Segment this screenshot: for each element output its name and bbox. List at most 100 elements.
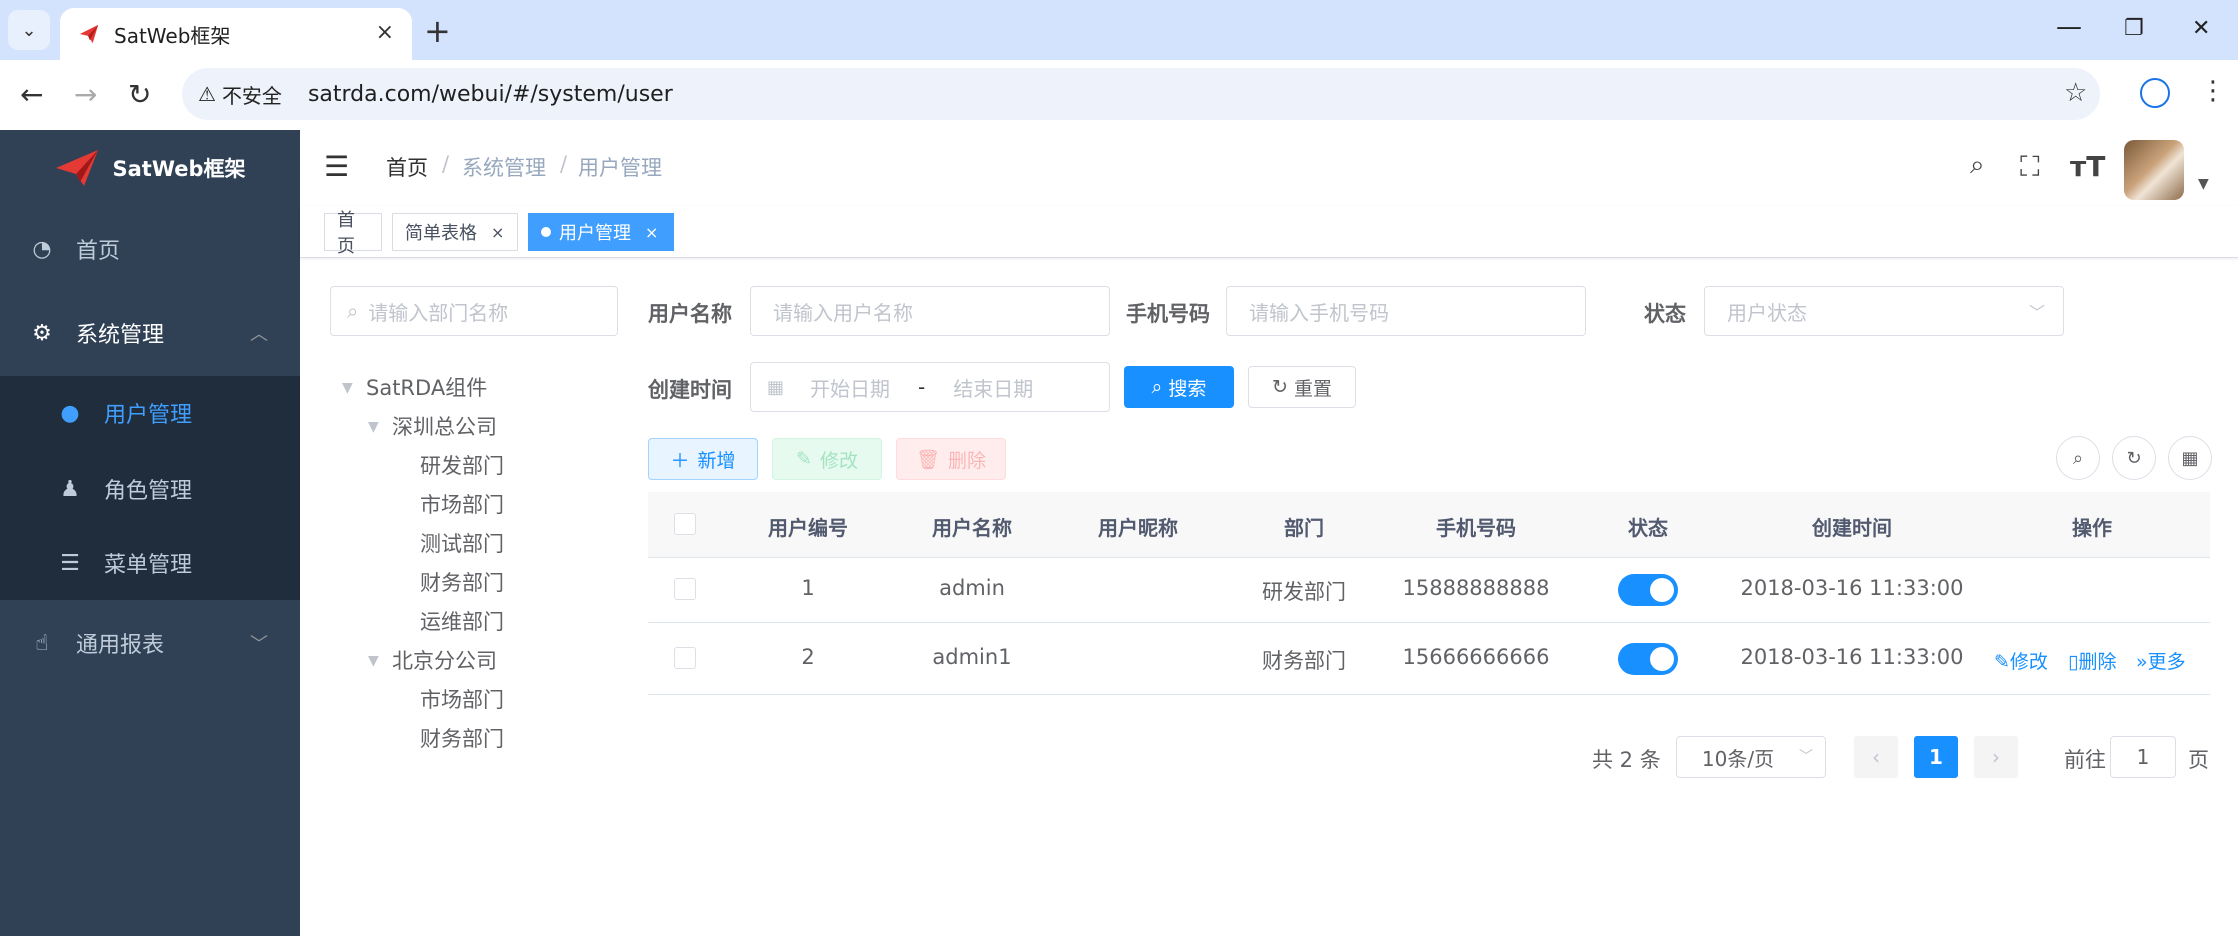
row-divider [648,694,2210,695]
caret-down-icon[interactable]: ▼ [368,419,379,435]
caret-down-icon[interactable]: ▼ [342,380,353,396]
add-button-label: 新增 [697,449,736,472]
row-delete-link[interactable]: ▯删除 [2068,647,2116,674]
cell-dept: 研发部门 [1262,580,1346,604]
select-all-checkbox[interactable] [674,513,696,535]
caret-down-icon[interactable]: ▼ [368,653,379,669]
status-label: 状态 [1644,302,1686,326]
address-bar[interactable]: ⚠ 不安全 satrda.com/webui/#/system/user [182,68,2100,120]
delete-button[interactable]: 🗑 删除 [896,438,1006,480]
sidebar-item-roles[interactable]: ♟ 角色管理 [0,466,300,512]
hamburger-icon[interactable]: ☰ [324,150,349,183]
fullscreen-icon[interactable]: ⛶ [2020,150,2040,184]
goto-page-input[interactable]: 1 [2110,736,2176,778]
add-button[interactable]: ＋ 新增 [648,438,758,480]
tree-node-dept[interactable]: 运维部门 [420,606,504,636]
chevron-down-icon: ⌄ [21,19,37,41]
close-window-button[interactable]: ✕ [2192,16,2210,41]
phone-input[interactable]: 请输入手机号码 [1226,286,1586,336]
edit-button-label: 修改 [819,449,858,472]
minimize-button[interactable]: — [2056,12,2082,42]
refresh-icon: ↻ [1272,376,1288,398]
tree-node-dept[interactable]: 市场部门 [420,489,504,519]
tag-close-icon[interactable]: × [645,223,658,242]
status-switch[interactable] [1618,643,1678,675]
tree-node-dept[interactable]: 研发部门 [420,450,504,480]
start-date-placeholder: 开始日期 [810,376,891,401]
reload-icon[interactable]: ↻ [128,78,151,111]
tag-close-icon[interactable]: × [491,223,504,242]
columns-button[interactable]: ▦ [2168,436,2212,480]
sidebar-item-label: 用户管理 [104,403,193,428]
toggle-search-button[interactable]: ⌕ [2056,436,2100,480]
username-input[interactable]: 请输入用户名称 [750,286,1110,336]
sidebar-item-label: 首页 [76,239,121,264]
tree-node-dept[interactable]: 市场部门 [420,684,504,714]
back-arrow-icon[interactable]: ← [20,78,43,111]
search-icon[interactable]: ⌕ [1970,150,1985,181]
sidebar-item-system[interactable]: ⚙ 系统管理 ︿ [0,310,300,356]
peoples-icon: ♟ [60,476,80,502]
column-header: 状态 [1628,516,1668,540]
date-range-picker[interactable]: ▦ 开始日期 - 结束日期 [750,362,1110,412]
row-more-link[interactable]: »更多 [2136,647,2186,674]
browser-tab[interactable]: SatWeb框架 × [60,8,412,60]
tag-label: 首页 [337,210,355,257]
tag-user-management[interactable]: 用户管理 × [528,213,674,251]
caret-down-icon[interactable]: ▼ [2198,176,2209,192]
column-header: 用户昵称 [1098,516,1178,540]
row-edit-link[interactable]: ✎修改 [1994,647,2048,674]
delete-button-label: 删除 [948,449,987,472]
row-checkbox[interactable] [674,578,696,600]
row-checkbox[interactable] [674,647,696,669]
chevron-down-icon: ﹀ [1799,749,1813,765]
edit-button[interactable]: ✎ 修改 [772,438,882,480]
profile-icon[interactable] [2140,78,2170,108]
sidebar-item-reports[interactable]: ☝ 通用报表 ﹀ [0,620,300,666]
tree-node-dept[interactable]: 财务部门 [420,567,504,597]
sidebar-logo[interactable]: SatWeb框架 [0,130,300,206]
tree-node-dept[interactable]: 财务部门 [420,723,504,753]
more-vert-icon[interactable]: ⋮ [2200,76,2226,106]
status-select[interactable]: 用户状态 ﹀ [1704,286,2064,336]
column-header: 部门 [1284,516,1324,540]
page-suffix: 页 [2188,748,2209,772]
close-tab-icon[interactable]: × [376,20,394,45]
next-page-button[interactable]: › [1974,736,2018,778]
status-switch[interactable] [1618,574,1678,606]
forward-arrow-icon[interactable]: → [74,78,97,111]
page-size-select[interactable]: 10条/页 ﹀ [1676,736,1826,778]
security-label: 不安全 [221,83,282,108]
restore-button[interactable]: ❐ [2124,16,2144,41]
column-header: 操作 [2072,516,2112,540]
search-button[interactable]: ⌕ 搜索 [1124,366,1234,408]
tree-node-root[interactable]: SatRDA组件 [366,372,487,402]
new-tab-button[interactable]: + [424,12,451,50]
chevron-down-icon: ﹀ [2028,303,2045,322]
chevron-up-icon: ︿ [250,324,268,345]
tag-home[interactable]: 首页 [324,210,382,257]
tree-node-beijing[interactable]: 北京分公司 [392,645,497,675]
dept-search-input[interactable]: ⌕ 请输入部门名称 [330,286,618,336]
sidebar-item-menus[interactable]: ☰ 菜单管理 [0,540,300,586]
tab-search-button[interactable]: ⌄ [8,10,50,50]
reset-button[interactable]: ↻ 重置 [1248,366,1356,408]
plus-icon: ＋ [670,449,690,472]
bookmark-star-icon[interactable]: ☆ [2064,78,2087,108]
cell-dept: 财务部门 [1262,649,1346,673]
sidebar-item-users[interactable]: ● 用户管理 [0,390,300,436]
avatar[interactable] [2124,140,2184,200]
font-size-icon[interactable]: тT [2070,150,2105,183]
breadcrumb-system[interactable]: 系统管理 [462,152,546,182]
tree-node-dept[interactable]: 测试部门 [420,528,504,558]
end-date-placeholder: 结束日期 [953,376,1034,401]
sidebar-item-home[interactable]: ◔ 首页 [0,226,300,272]
breadcrumb-home[interactable]: 首页 [386,152,428,182]
cell-phone: 15666666666 [1402,645,1550,669]
tag-simple-table[interactable]: 简单表格 × [392,213,518,251]
username-placeholder: 请输入用户名称 [773,300,913,325]
prev-page-button[interactable]: ‹ [1854,736,1898,778]
tree-node-shenzhen[interactable]: 深圳总公司 [392,411,497,441]
page-number-button[interactable]: 1 [1914,736,1958,778]
refresh-button[interactable]: ↻ [2112,436,2156,480]
